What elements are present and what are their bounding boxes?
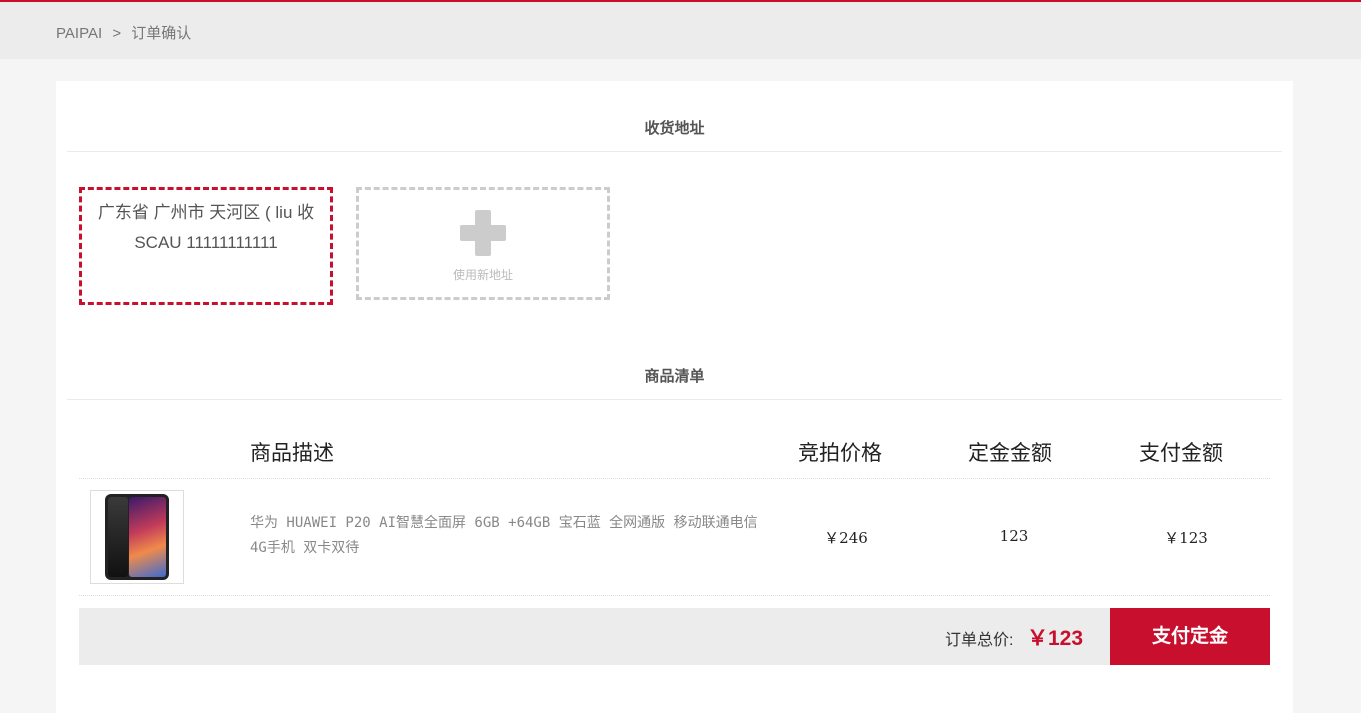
breadcrumb-current: 订单确认 xyxy=(131,25,192,42)
pay-deposit-button[interactable]: 支付定金 xyxy=(1110,608,1270,665)
items-section-title: 商品清单 xyxy=(67,365,1282,400)
address-line-1: 广东省 广州市 天河区 ( liu 收 xyxy=(97,203,315,222)
breadcrumb: PAIPAI > 订单确认 xyxy=(56,22,197,43)
breadcrumb-separator: > xyxy=(112,25,122,42)
selected-address-card[interactable]: 广东省 广州市 天河区 ( liu 收 SCAU 11111111111 xyxy=(79,187,333,305)
order-panel: 收货地址 广东省 广州市 天河区 ( liu 收 SCAU 1111111111… xyxy=(56,81,1293,713)
pay-amount-value: ￥123 xyxy=(1164,529,1208,547)
column-header-auction-price: 竞拍价格 xyxy=(798,441,882,465)
column-header-description: 商品描述 xyxy=(250,441,334,465)
auction-price-value: ￥246 xyxy=(824,529,868,547)
order-summary-bar: 订单总价: ￥123 支付定金 xyxy=(79,608,1270,665)
phone-image xyxy=(105,494,169,580)
product-image[interactable] xyxy=(90,490,184,584)
breadcrumb-bar: PAIPAI > 订单确认 xyxy=(0,2,1361,59)
new-address-label: 使用新地址 xyxy=(452,268,513,282)
breadcrumb-root[interactable]: PAIPAI xyxy=(56,25,102,42)
order-total-label: 订单总价: xyxy=(945,632,1014,649)
address-section-title: 收货地址 xyxy=(67,117,1282,152)
plus-icon xyxy=(460,210,506,256)
column-header-deposit-amount: 定金金额 xyxy=(968,441,1052,465)
column-header-pay-amount: 支付金额 xyxy=(1139,441,1223,465)
product-description[interactable]: 华为 HUAWEI P20 AI智慧全面屏 6GB +64GB 宝石蓝 全网通版… xyxy=(250,511,765,561)
address-line-2: SCAU 11111111111 xyxy=(134,233,278,252)
add-new-address-button[interactable]: 使用新地址 xyxy=(356,187,610,300)
items-table-header: 商品描述 竞拍价格 定金金额 支付金额 xyxy=(79,431,1270,479)
table-row: 华为 HUAWEI P20 AI智慧全面屏 6GB +64GB 宝石蓝 全网通版… xyxy=(79,479,1270,596)
order-total-value: ￥123 xyxy=(1027,627,1084,650)
deposit-amount-value: 123 xyxy=(999,527,1029,545)
